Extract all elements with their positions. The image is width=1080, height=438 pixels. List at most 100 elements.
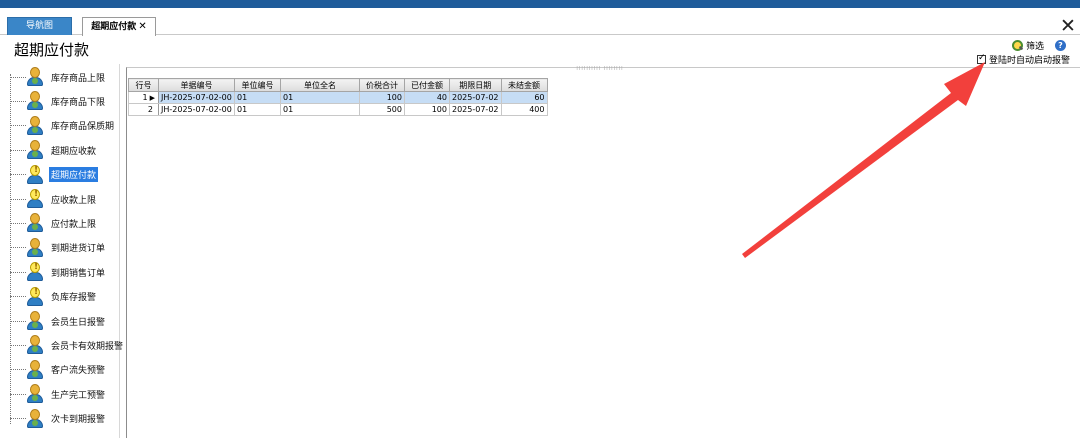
col-header-due-date[interactable]: 期限日期 [449,78,502,92]
user-icon [26,213,44,233]
cell-unit-no[interactable]: 01 [234,103,281,116]
tree-item[interactable]: 库存商品保质期 [10,115,140,137]
cell-paid[interactable]: 40 [404,91,450,104]
filter-magnifier-icon[interactable] [1011,39,1023,51]
grid-table: 行号 单据编号 单位编号 单位全名 价税合计 已付金额 期限日期 未结金额 1 ▶… [128,78,548,116]
tree-item-label: 生产完工预警 [51,390,106,401]
user-icon-head [30,408,40,420]
tree-item[interactable]: 超期应收款 [10,139,140,161]
tree-connector [10,100,26,102]
window-close-icon[interactable]: ✕ [1060,17,1076,36]
tab-close-icon[interactable]: ✕ [138,21,146,32]
tree-item-label: 超期应收款 [51,146,97,157]
grid-splitter-handle[interactable]: IIIIIIIIII IIIIIIII [570,67,630,72]
cell-paid[interactable]: 100 [404,103,450,116]
tree-item-label: 会员生日报警 [51,317,106,328]
user-icon [26,408,44,429]
user-icon [26,311,44,331]
tree-item-label: 库存商品上限 [51,73,106,84]
cell-due-date[interactable]: 2025-07-02 [449,103,502,116]
user-icon-badge [32,126,38,133]
col-header-total[interactable]: 价税合计 [359,78,405,92]
tree-item[interactable]: 负库存报警 [10,286,140,308]
grid-header-row: 行号 单据编号 单位编号 单位全名 价税合计 已付金额 期限日期 未结金额 [128,78,548,92]
tree-item-label: 次卡到期报警 [51,415,106,426]
tree-connector [10,296,26,298]
cell-unsettled[interactable]: 60 [500,91,548,104]
tree-item[interactable]: 超期应付款 [10,164,140,186]
tree-connector [10,320,26,322]
tree-connector [10,222,26,224]
tree-connector [10,393,26,395]
user-icon [26,91,44,111]
auto-alert-option[interactable]: 登陆时自动启动报警 [976,53,1070,66]
help-icon[interactable]: ? [1055,39,1066,51]
page-title: 超期应付款 [14,41,90,59]
user-icon-head [30,189,40,200]
user-icon-head [30,237,40,249]
col-header-row-no[interactable]: 行号 [128,78,159,92]
tree-item[interactable]: 到期销售订单 [10,261,140,283]
user-icon-head [30,164,40,176]
cell-total[interactable]: 100 [359,91,405,104]
cell-doc-no[interactable]: JH-2025-07-02-00 [158,103,235,116]
tree-item[interactable]: 生产完工预警 [10,383,140,405]
tab-bar: 导航图 超期应付款 ✕ ✕ [0,8,1080,36]
user-icon-badge [32,78,38,84]
cell-unit-name[interactable]: 01 [280,103,360,116]
tree-connector [10,125,26,127]
col-header-unsettled[interactable]: 未结金额 [500,78,548,92]
user-icon-head [30,67,40,78]
tree-item[interactable]: 会员卡有效期报警 [10,334,140,356]
cell-unsettled[interactable]: 400 [500,103,548,116]
tree-connector [10,271,26,273]
user-icon [26,140,44,160]
tree-item[interactable]: 库存商品下限 [10,90,140,112]
tree-item-label: 库存商品保质期 [51,122,115,133]
tree-item[interactable]: 应付款上限 [10,212,140,234]
cell-doc-no[interactable]: JH-2025-07-02-00 [158,91,235,104]
tree-connector [10,344,26,346]
user-icon-head [30,286,40,298]
user-icon [26,335,44,355]
tab-label: 超期应付款 [91,22,137,32]
tree-item[interactable]: 到期进货订单 [10,237,140,259]
user-icon-body [27,296,43,306]
user-icon-body [27,272,43,282]
tree-item-label: 超期应付款 [49,167,99,183]
row-pointer-icon: ▶ [149,94,155,102]
cell-due-date[interactable]: 2025-07-02 [449,91,502,104]
tree-item[interactable]: 库存商品上限 [10,66,140,88]
col-header-unit-no[interactable]: 单位编号 [234,78,281,92]
tree-item[interactable]: 次卡到期报警 [10,408,140,430]
user-icon [26,67,44,87]
user-icon [26,384,44,404]
alert-tree-sidebar: 库存商品上限库存商品下限库存商品保质期超期应收款超期应付款应收款上限应付款上限到… [0,64,123,438]
col-header-doc-no[interactable]: 单据编号 [158,78,235,92]
tree-item[interactable]: 应收款上限 [10,188,140,210]
filter-link[interactable]: 筛选 [1026,39,1044,52]
user-icon-badge [32,370,38,377]
tab-navigation-map[interactable]: 导航图 [7,17,72,35]
col-header-paid[interactable]: 已付金额 [404,78,450,92]
tree-item[interactable]: 会员生日报警 [10,310,140,332]
table-row[interactable]: 1 ▶ JH-2025-07-02-00 01 01 100 40 2025-07-02 60 [128,91,548,104]
table-row[interactable]: 2 JH-2025-07-02-00 01 01 500 100 2025-07-02 400 [128,103,548,116]
tree-connector [10,149,26,151]
tree-item-label: 到期进货订单 [51,244,106,255]
tab-overdue-payables[interactable]: 超期应付款 ✕ [82,17,156,36]
user-icon-badge [32,248,38,255]
tree-connector [10,76,26,78]
tree-item[interactable]: 客户流失预警 [10,359,140,381]
cell-total[interactable]: 500 [359,103,405,116]
user-icon [26,237,44,258]
cell-unit-name[interactable]: 01 [280,91,360,104]
cell-unit-no[interactable]: 01 [234,91,281,104]
auto-alert-checkbox[interactable] [976,53,986,64]
cell-row-no: 2 [128,103,159,116]
auto-alert-label: 登陆时自动启动报警 [988,56,1070,66]
tree-item-label: 库存商品下限 [51,97,106,108]
alert-user-icon [26,164,44,185]
tree-connector [10,198,26,200]
col-header-unit-name[interactable]: 单位全名 [280,78,360,92]
